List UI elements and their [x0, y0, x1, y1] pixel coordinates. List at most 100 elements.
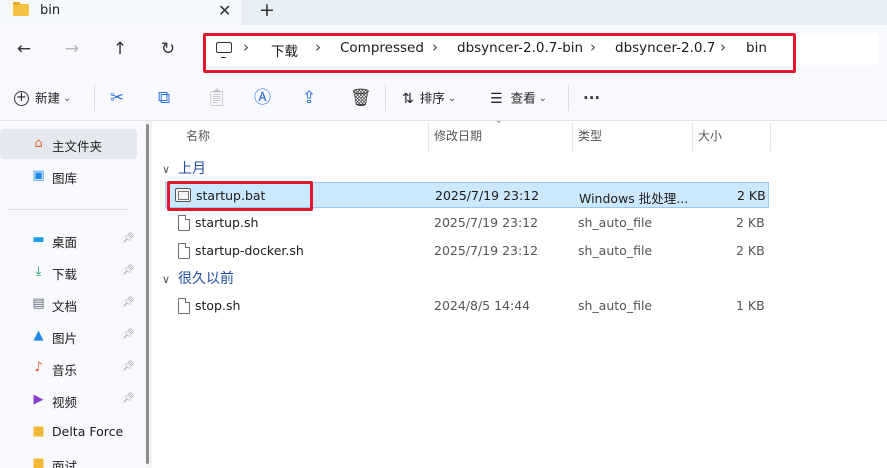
tab-strip: bin ✕ +: [0, 0, 887, 25]
column-header-size[interactable]: 大小: [698, 127, 722, 144]
sidebar-item-pictures[interactable]: ▲ 图片 📌︎: [0, 321, 137, 351]
file-row[interactable]: stop.sh 2024/8/5 14:44 sh_auto_file 1 KB: [165, 293, 769, 319]
close-tab-icon[interactable]: ✕: [218, 1, 231, 20]
copy-icon[interactable]: ⧉: [158, 88, 170, 108]
pin-icon[interactable]: 📌︎: [122, 329, 135, 340]
file-icon: [178, 243, 190, 259]
chevron-down-icon: ⌄: [63, 92, 72, 104]
pin-icon[interactable]: 📌︎: [122, 265, 135, 276]
file-size: 2 KB: [736, 215, 765, 230]
folder-icon: ■: [32, 456, 45, 468]
up-button[interactable]: ↑: [108, 37, 132, 61]
file-modified: 2025/7/19 23:12: [435, 188, 540, 203]
home-icon: ⌂: [34, 136, 43, 151]
sidebar-item-music[interactable]: ♪ 音乐 📌︎: [0, 353, 137, 383]
file-row[interactable]: startup-docker.sh 2025/7/19 23:12 sh_aut…: [165, 238, 769, 264]
sidebar-item-home[interactable]: ⌂ 主文件夹: [0, 129, 137, 159]
file-row[interactable]: startup.sh 2025/7/19 23:12 sh_auto_file …: [165, 210, 769, 236]
sidebar-item-label: 图片: [52, 331, 78, 346]
file-name: stop.sh: [195, 298, 241, 313]
column-header-type[interactable]: 类型: [578, 127, 602, 144]
view-label: 查看: [510, 90, 536, 106]
delete-icon[interactable]: 🗑︎: [350, 88, 372, 108]
column-divider[interactable]: [770, 123, 771, 151]
sidebar-item-delta-force[interactable]: ■ Delta Force: [0, 417, 137, 447]
column-divider[interactable]: [692, 123, 693, 151]
tab-bin[interactable]: bin ✕: [0, 0, 243, 25]
address-highlight-box: [203, 33, 796, 73]
cut-icon[interactable]: ✂: [110, 88, 124, 108]
gallery-icon: ▣: [32, 168, 45, 183]
sidebar-item-label: 主文件夹: [52, 139, 103, 154]
sidebar-item-label: 文档: [52, 299, 78, 314]
column-header-name[interactable]: 名称: [186, 127, 210, 144]
file-size: 2 KB: [736, 243, 765, 258]
navigation-pane: ⌂ 主文件夹 ▣ 图库 ▬ 桌面 📌︎ ⤓ 下载 📌︎ ▤ 文档 📌︎ ▲ 图片…: [0, 121, 145, 468]
pin-icon[interactable]: 📌︎: [122, 393, 135, 404]
sidebar-item-label: 图库: [52, 171, 78, 186]
pictures-icon: ▲: [33, 328, 44, 343]
column-divider[interactable]: [428, 123, 429, 151]
column-header-modified[interactable]: 修改日期: [434, 127, 482, 144]
divider: [7, 209, 129, 210]
pin-icon[interactable]: 📌︎: [122, 361, 135, 372]
pin-icon[interactable]: 📌︎: [122, 233, 135, 244]
divider: [94, 85, 95, 111]
view-icon: ☰: [490, 90, 503, 107]
file-list: ⌄ 名称 修改日期 类型 大小 ∨ 上月 startup.bat 2025/7/1…: [152, 116, 887, 468]
refresh-button[interactable]: ↻: [156, 37, 180, 61]
file-type: sh_auto_file: [578, 215, 653, 230]
divider: [568, 85, 569, 111]
video-icon: ▶: [33, 392, 44, 407]
sidebar-item-documents[interactable]: ▤ 文档 📌︎: [0, 289, 137, 319]
document-icon: ▤: [32, 296, 45, 311]
sidebar-item-label: 面试: [52, 459, 78, 468]
sidebar-item-interview[interactable]: ■ 面试: [0, 449, 137, 468]
file-modified: 2024/8/5 14:44: [434, 298, 531, 313]
new-button[interactable]: + 新建 ⌄: [14, 87, 71, 109]
file-type: Windows 批处理...: [579, 191, 689, 206]
pin-icon[interactable]: 📌︎: [122, 297, 135, 308]
music-icon: ♪: [34, 360, 43, 375]
sidebar-item-desktop[interactable]: ▬ 桌面 📌︎: [0, 225, 137, 255]
column-divider[interactable]: [572, 123, 573, 151]
file-type: sh_auto_file: [578, 243, 653, 258]
share-icon[interactable]: ⇪: [302, 88, 316, 108]
chevron-down-icon[interactable]: ∨: [162, 273, 174, 286]
sort-icon: ⇅: [402, 90, 414, 107]
chevron-down-icon: ⌄: [538, 92, 547, 104]
sort-label: 排序: [419, 90, 445, 106]
sidebar-item-label: 桌面: [52, 235, 78, 250]
sidebar-item-label: 音乐: [52, 363, 78, 378]
forward-button[interactable]: →: [60, 37, 84, 61]
group-header-long-ago[interactable]: ∨ 很久以前: [162, 268, 234, 288]
desktop-icon: ▬: [32, 232, 45, 247]
file-icon: [178, 215, 190, 231]
new-label: 新建: [35, 90, 61, 106]
group-label: 上月: [178, 161, 206, 177]
chevron-down-icon[interactable]: ∨: [162, 163, 174, 176]
folder-icon: [13, 2, 29, 16]
sidebar-scrollbar-thumb[interactable]: [146, 124, 149, 464]
more-options-icon[interactable]: ···: [583, 88, 600, 108]
folder-icon: ■: [32, 424, 45, 439]
file-size: 2 KB: [737, 188, 766, 203]
group-label: 很久以前: [178, 271, 234, 287]
sidebar-item-gallery[interactable]: ▣ 图库: [0, 161, 137, 191]
sort-button[interactable]: ⇅ 排序 ⌄: [402, 87, 456, 109]
view-button[interactable]: ☰ 查看 ⌄: [490, 87, 547, 109]
paste-icon[interactable]: 📋︎: [206, 88, 228, 108]
file-name: startup.sh: [195, 215, 259, 230]
download-icon: ⤓: [35, 264, 42, 279]
back-button[interactable]: ←: [12, 37, 36, 61]
sidebar-item-videos[interactable]: ▶ 视频 📌︎: [0, 385, 137, 415]
new-tab-button[interactable]: +: [259, 0, 275, 21]
file-icon: [178, 298, 190, 314]
file-size: 1 KB: [736, 298, 765, 313]
file-highlight-box: [167, 181, 313, 211]
group-header-last-month[interactable]: ∨ 上月: [162, 158, 206, 178]
sidebar-item-label: Delta Force: [52, 424, 124, 439]
rename-icon[interactable]: Ⓐ: [254, 88, 271, 108]
sidebar-item-downloads[interactable]: ⤓ 下载 📌︎: [0, 257, 137, 287]
command-bar: + 新建 ⌄ ✂ ⧉ 📋︎ Ⓐ ⇪ 🗑︎ ⇅ 排序 ⌄ ☰ 查看 ⌄ ···: [0, 75, 887, 121]
